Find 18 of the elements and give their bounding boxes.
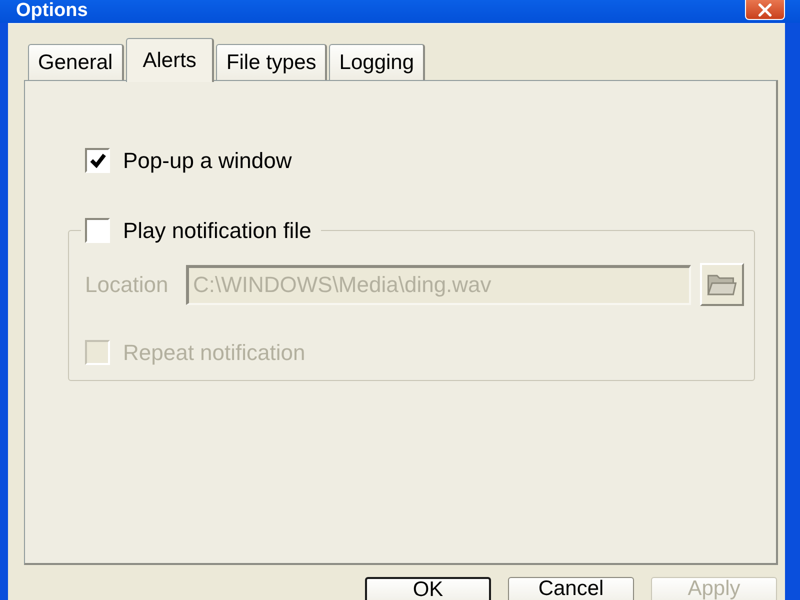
tab[interactable]: General [28, 44, 124, 80]
close-icon [758, 2, 772, 16]
tab[interactable]: File types [216, 44, 328, 80]
checkbox-label: Play notification file [123, 218, 312, 243]
tab[interactable]: Logging [329, 44, 426, 80]
browse-button[interactable] [700, 263, 744, 306]
dialog-button[interactable]: OK [365, 577, 491, 600]
window-title: Options [16, 0, 88, 22]
dialog-button[interactable]: Cancel [508, 577, 634, 600]
field-label: Location [85, 272, 170, 298]
folder-icon [707, 274, 737, 296]
check-mark-icon [90, 153, 106, 168]
checkbox-label: Repeat notification [123, 340, 306, 365]
checkbox[interactable] [85, 148, 110, 173]
tab[interactable]: Alerts [126, 38, 214, 82]
close-button[interactable] [745, 0, 785, 20]
checkbox[interactable] [85, 218, 110, 243]
checkbox-label: Pop-up a window [123, 148, 292, 173]
